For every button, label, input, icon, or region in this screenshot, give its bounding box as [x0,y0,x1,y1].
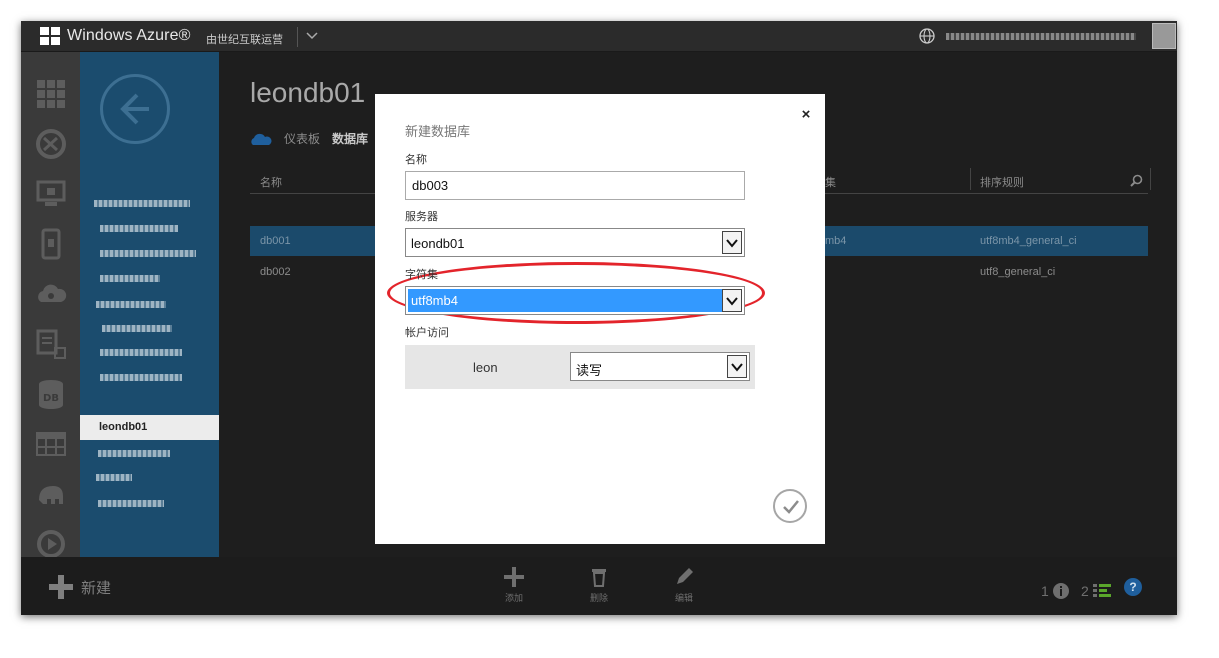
hdinsight-elephant-icon[interactable] [35,478,67,510]
nav-item-blurred[interactable] [100,349,182,356]
media-services-icon[interactable] [35,528,67,560]
cell-charset: mb4 [825,235,847,247]
dropdown-arrow[interactable] [727,355,747,378]
cell-name: db002 [260,266,291,278]
chevron-down-icon [731,363,743,372]
edit-button-label: 编辑 [674,593,693,603]
globe-icon[interactable] [918,27,936,45]
divider [970,168,971,190]
all-items-grid-icon[interactable] [35,78,67,110]
nav-item-blurred[interactable] [94,200,190,207]
new-button-label: 新建 [81,579,112,597]
service-rail: DB [21,52,80,560]
progress-count-number: 2 [1081,583,1089,599]
access-user-name: leon [473,360,498,375]
info-count-number: 1 [1041,583,1049,599]
delete-button[interactable]: 删除 [579,567,619,604]
nav-item-label: leondb01 [99,421,148,433]
virtual-machines-icon[interactable] [35,178,67,210]
dropdown-arrow[interactable] [722,231,742,254]
info-icon [1052,583,1069,599]
dropdown-arrow[interactable] [722,289,742,312]
add-button-label: 添加 [504,593,523,603]
nav-item-blurred[interactable] [100,374,182,381]
server-label: 服务器 [405,211,438,223]
plus-icon [504,567,524,587]
avatar[interactable] [1152,23,1176,49]
divider [297,27,298,47]
nav-item-blurred[interactable] [100,250,196,257]
arrow-left-icon [120,93,149,125]
chevron-down-icon [726,297,738,306]
column-header-collation[interactable]: 排序规则 [980,174,1024,190]
subscription-label: 由世纪互联运营 [206,34,283,46]
chevron-down-icon[interactable] [304,27,320,43]
help-button[interactable]: ? [1124,578,1142,596]
account-access-row: leon 读写 [405,345,755,389]
tab-databases[interactable]: 数据库 [332,130,368,147]
windows-logo-icon [40,27,60,45]
close-icon[interactable]: × [798,107,814,123]
confirm-button[interactable] [773,489,807,523]
tab-dashboard[interactable]: 仪表板 [284,130,320,147]
nav-item-blurred[interactable] [100,225,178,232]
nav-item-blurred[interactable] [96,301,166,308]
new-button[interactable]: 新建 [49,575,111,599]
mobile-services-icon[interactable] [35,228,67,260]
tab-bar: 仪表板 数据库 [250,130,368,147]
nav-item-blurred[interactable] [98,450,170,457]
info-count[interactable]: 1 [1041,583,1069,599]
nav-item-blurred[interactable] [96,474,132,481]
brand-name: Windows Azure® [67,27,191,44]
portal-logo[interactable]: Windows Azure® [40,27,190,45]
plus-icon [49,575,73,599]
name-label: 名称 [405,154,427,166]
top-bar: Windows Azure® 由世纪互联运营 [21,21,1177,52]
command-bar: 新建 添加 删除 编辑 1 2 ? [21,557,1177,615]
charset-select-value: utf8mb4 [411,293,458,308]
page-title: leondb01 [250,77,366,108]
nav-item-blurred[interactable] [102,325,172,332]
cloud-services-icon[interactable] [35,278,67,310]
server-select-value: leondb01 [411,236,465,251]
search-icon[interactable] [1130,174,1143,187]
quickstart-cloud-icon[interactable] [250,132,272,146]
pencil-icon [677,568,693,584]
trash-icon [592,569,606,587]
resource-nav-panel: leondb01 [80,52,219,557]
edit-button[interactable]: 编辑 [664,567,704,604]
back-button[interactable] [100,74,170,144]
add-button[interactable]: 添加 [494,567,534,604]
cell-collation: utf8mb4_general_ci [980,235,1077,247]
dialog-title: 新建数据库 [405,124,471,139]
checkmark-icon [783,500,799,514]
column-header-name[interactable]: 名称 [260,174,282,190]
database-name-input[interactable] [405,171,745,200]
charset-label: 字符集 [405,269,438,281]
charset-select[interactable]: utf8mb4 [405,286,745,315]
access-level-select[interactable]: 读写 [570,352,750,381]
cell-collation: utf8_general_ci [980,266,1056,278]
nav-item-blurred[interactable] [98,500,164,507]
nav-item-blurred[interactable] [100,275,160,282]
new-database-dialog: × 新建数据库 名称 服务器 leondb01 字符集 utf8mb4 帐户访问… [375,94,825,544]
nav-item-selected[interactable]: leondb01 [80,415,219,440]
column-header-charset[interactable]: 集 [825,174,836,190]
svg-text:DB: DB [43,393,59,404]
divider [1150,168,1151,190]
websites-globe-icon[interactable] [35,128,67,160]
server-select[interactable]: leondb01 [405,228,745,257]
access-level-value: 读写 [576,363,603,378]
batch-icon[interactable] [35,328,67,360]
delete-button-label: 删除 [589,593,608,603]
account-name-blurred[interactable] [946,33,1136,40]
account-access-label: 帐户访问 [405,327,449,339]
chevron-down-icon [726,239,738,248]
database-icon[interactable]: DB [35,378,67,410]
progress-count[interactable]: 2 [1081,583,1111,599]
progress-list-icon [1092,584,1111,597]
storage-table-icon[interactable] [35,428,67,460]
cell-name: db001 [260,235,291,247]
